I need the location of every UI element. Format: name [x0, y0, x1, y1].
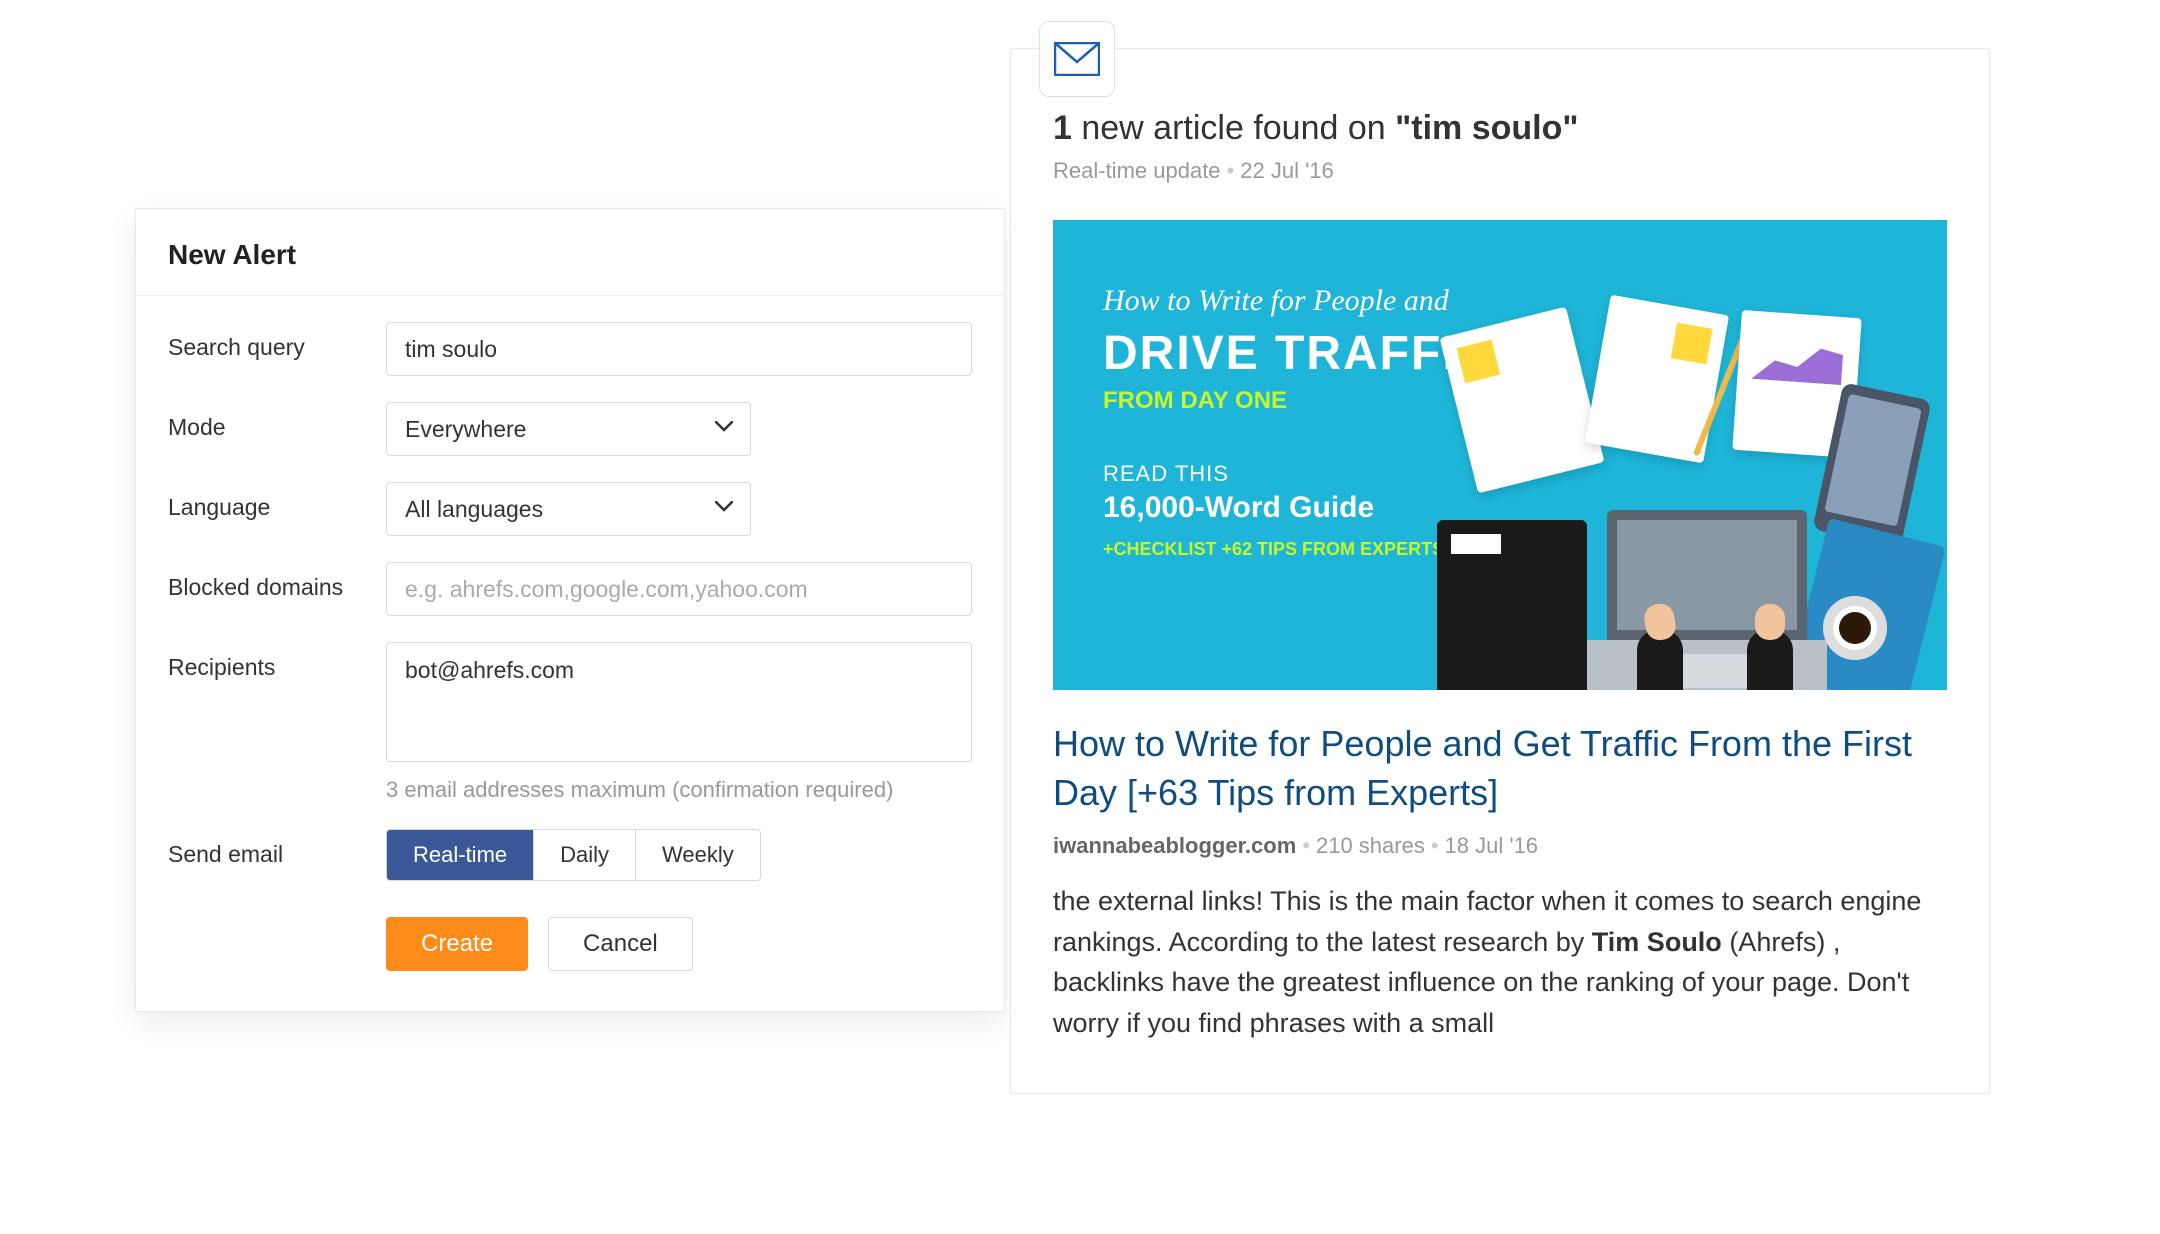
- panel-body: Search query Mode Language: [136, 296, 1004, 1011]
- label-send-email: Send email: [168, 829, 386, 868]
- action-buttons: Create Cancel: [386, 917, 972, 971]
- article-meta: iwannabeablogger.com•210 shares•18 Jul '…: [1053, 833, 1947, 859]
- row-mode: Mode: [168, 402, 972, 456]
- cancel-button[interactable]: Cancel: [548, 917, 693, 971]
- article-card: How to Write for People and DRIVE TRAFFI…: [1053, 220, 1947, 1043]
- send-email-realtime[interactable]: Real-time: [387, 830, 534, 880]
- coffee-mug-icon: [1823, 596, 1887, 660]
- paper-icon: [1585, 295, 1729, 464]
- email-query: "tim soulo": [1395, 109, 1578, 147]
- row-search-query: Search query: [168, 322, 972, 376]
- blocked-domains-input[interactable]: [386, 562, 972, 616]
- search-query-input[interactable]: [386, 322, 972, 376]
- label-mode: Mode: [168, 402, 386, 441]
- label-blocked-domains: Blocked domains: [168, 562, 386, 601]
- send-email-daily[interactable]: Daily: [534, 830, 636, 880]
- excerpt-highlight: Tim Soulo: [1592, 927, 1722, 957]
- row-blocked-domains: Blocked domains: [168, 562, 972, 616]
- panel-title: New Alert: [168, 239, 972, 271]
- article-shares: 210 shares: [1316, 833, 1425, 858]
- email-update-type: Real-time update: [1053, 158, 1221, 183]
- hero-illustration: [1417, 310, 1917, 690]
- row-recipients: Recipients 3 email addresses maximum (co…: [168, 642, 972, 803]
- email-date: 22 Jul '16: [1240, 158, 1334, 183]
- create-button[interactable]: Create: [386, 917, 528, 971]
- separator-dot: •: [1227, 158, 1235, 183]
- recipients-input[interactable]: [386, 642, 972, 762]
- article-hero-image: How to Write for People and DRIVE TRAFFI…: [1053, 220, 1947, 690]
- send-email-weekly[interactable]: Weekly: [636, 830, 760, 880]
- email-title-text: new article found on: [1072, 109, 1395, 147]
- article-excerpt: the external links! This is the main fac…: [1053, 881, 1947, 1043]
- new-alert-panel: New Alert Search query Mode Language: [135, 208, 1005, 1012]
- label-language: Language: [168, 482, 386, 521]
- article-domain: iwannabeablogger.com: [1053, 833, 1296, 858]
- label-search-query: Search query: [168, 322, 386, 361]
- row-language: Language: [168, 482, 972, 536]
- mail-icon: [1039, 21, 1115, 97]
- email-count: 1: [1053, 109, 1072, 147]
- email-preview-panel: 1 new article found on "tim soulo" Real-…: [1010, 48, 1990, 1094]
- paper-icon: [1440, 307, 1605, 494]
- row-send-email: Send email Real-time Daily Weekly: [168, 829, 972, 881]
- label-recipients: Recipients: [168, 642, 386, 681]
- language-select[interactable]: [386, 482, 751, 536]
- article-date: 18 Jul '16: [1445, 833, 1539, 858]
- separator-dot: •: [1302, 833, 1310, 858]
- notebook-icon: [1437, 520, 1587, 690]
- send-email-segmented: Real-time Daily Weekly: [386, 829, 761, 881]
- email-subtitle: Real-time update•22 Jul '16: [1053, 158, 1947, 184]
- mode-select[interactable]: [386, 402, 751, 456]
- article-title-link[interactable]: How to Write for People and Get Traffic …: [1053, 720, 1947, 817]
- panel-header: New Alert: [136, 209, 1004, 296]
- email-title: 1 new article found on "tim soulo": [1053, 109, 1947, 148]
- hand-icon: [1637, 630, 1683, 690]
- recipients-helper-text: 3 email addresses maximum (confirmation …: [386, 777, 972, 803]
- separator-dot: •: [1431, 833, 1439, 858]
- hand-icon: [1747, 630, 1793, 690]
